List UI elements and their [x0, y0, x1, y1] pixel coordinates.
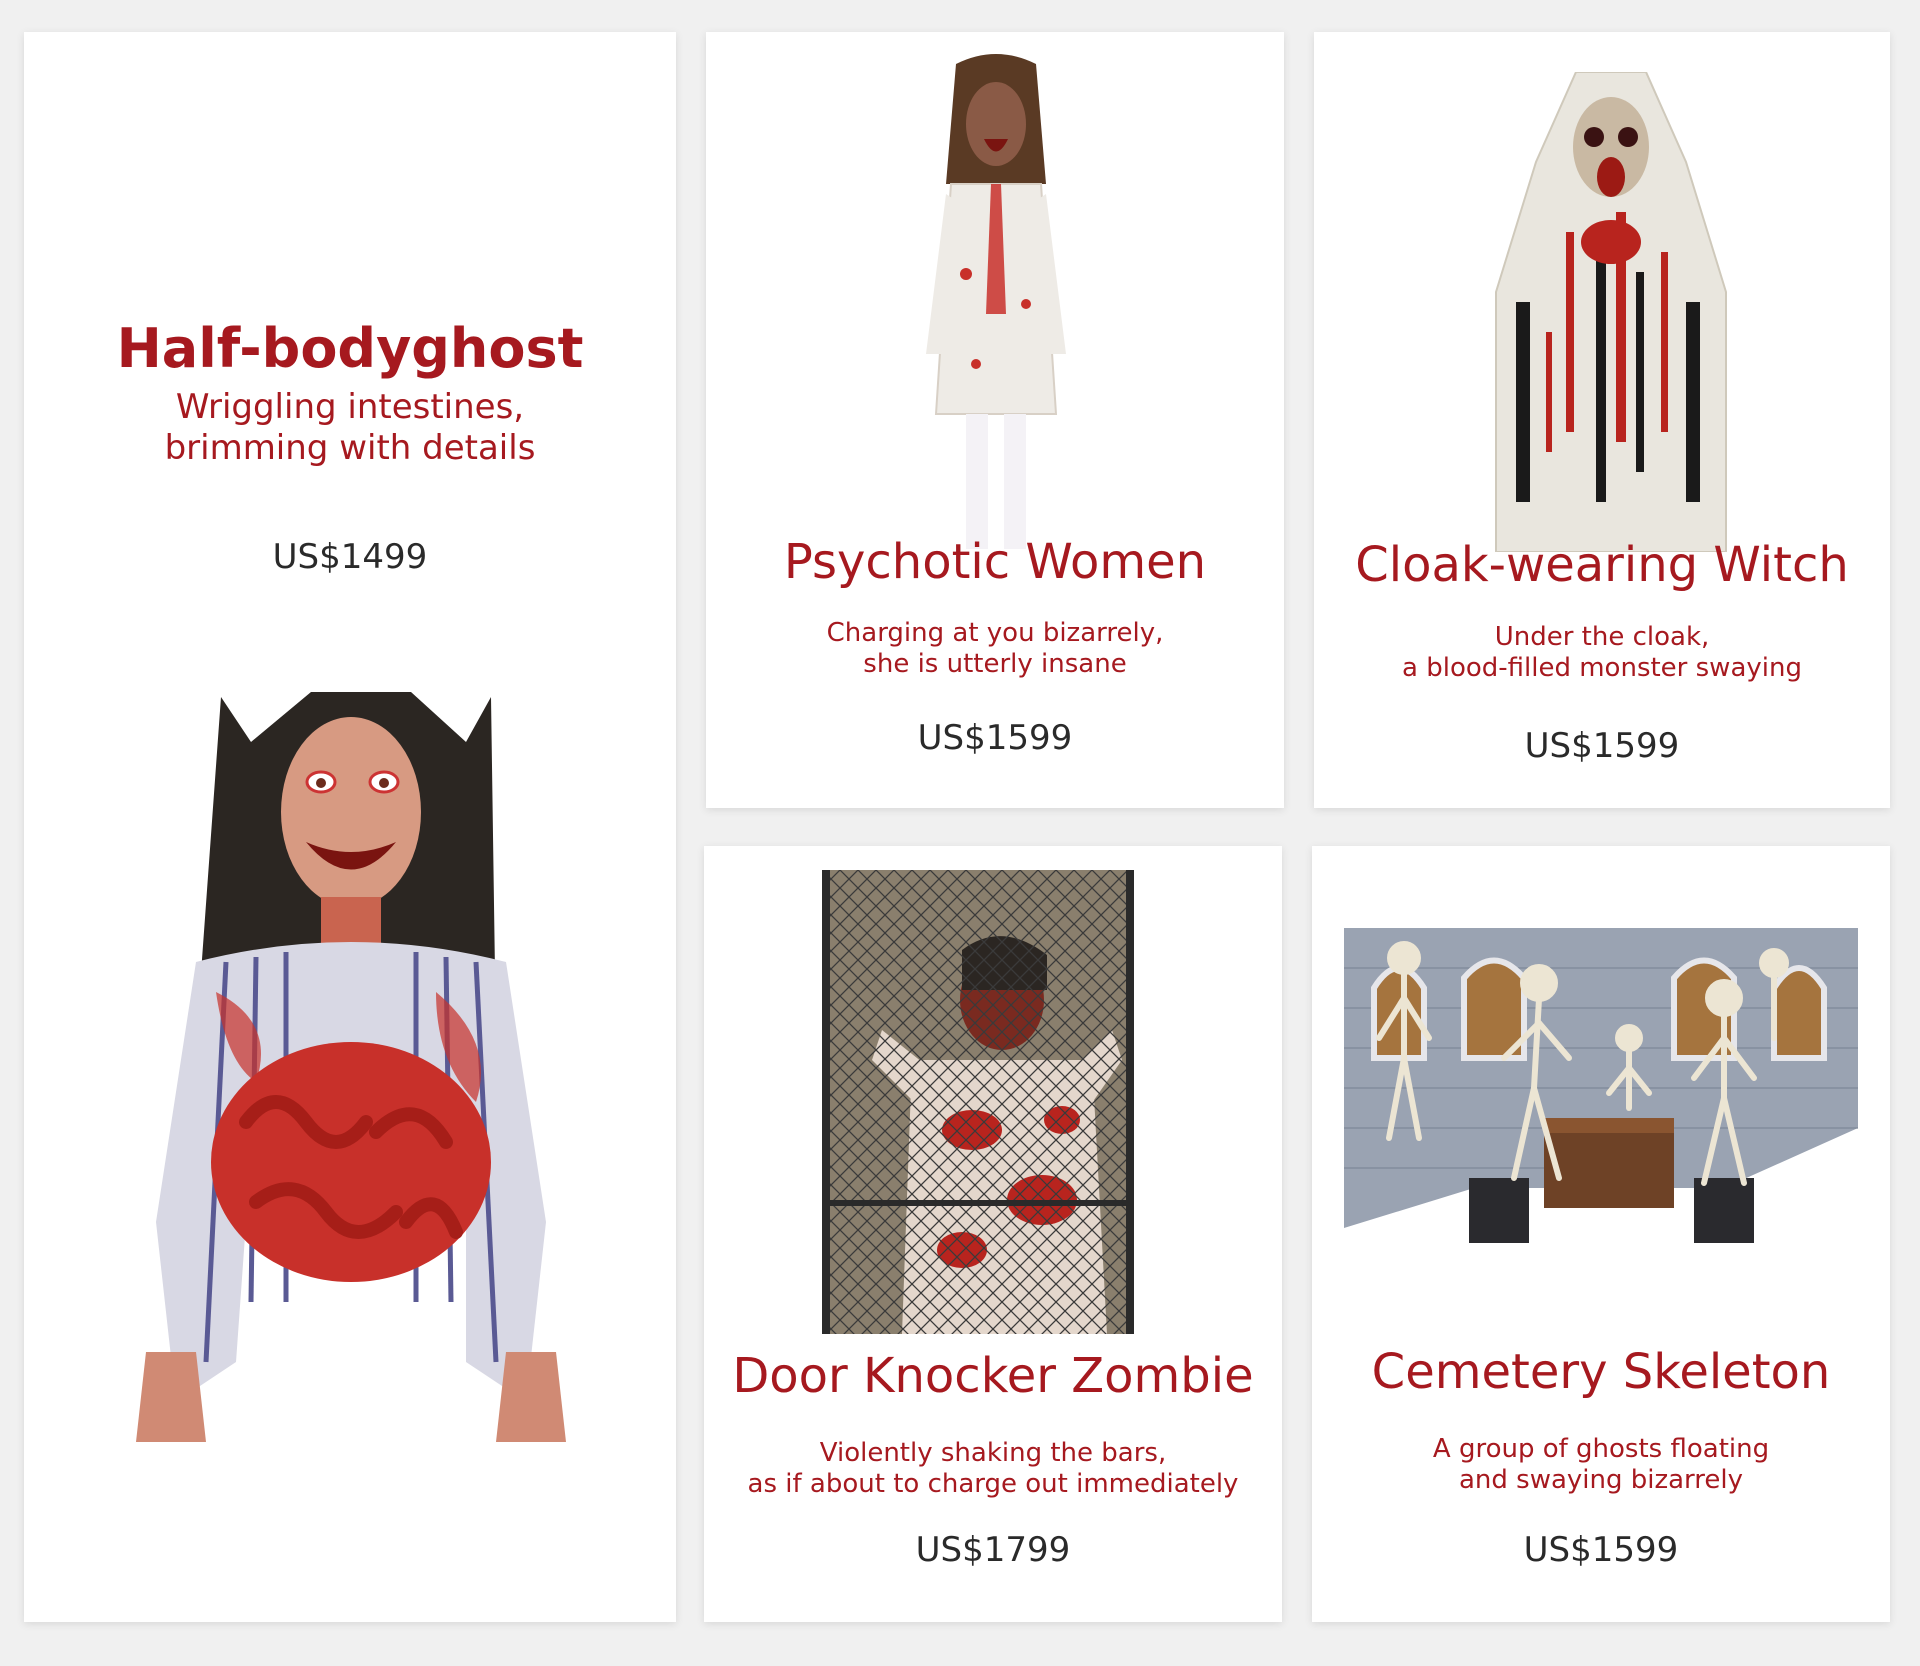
product-price: US$1599 [917, 718, 1073, 758]
product-price: US$1599 [1524, 726, 1680, 766]
cloak-wearing-witch-image[interactable] [1486, 72, 1734, 552]
product-description-line: she is utterly insane [863, 649, 1127, 680]
product-title: Cloak-wearing Witch [1355, 537, 1849, 593]
psychotic-women-image[interactable] [906, 54, 1086, 554]
product-description-line: brimming with details [164, 427, 536, 468]
product-description-line: A group of ghosts floating [1432, 1434, 1770, 1464]
product-card-cemetery-skeleton[interactable]: Cemetery Skeleton A group of ghosts floa… [1312, 846, 1890, 1622]
product-description: Charging at you bizarrely, she is utterl… [706, 618, 1284, 680]
product-title: Half-bodyghost [116, 317, 584, 380]
door-knocker-zombie-image[interactable] [822, 870, 1134, 1334]
product-description-line: Charging at you bizarrely, [826, 618, 1164, 648]
product-card-psychotic-women[interactable]: Psychotic Women Charging at you bizarrel… [706, 32, 1284, 808]
product-description-line: Under the cloak, [1494, 622, 1710, 652]
product-description: Under the cloak, a blood-filled monster … [1314, 622, 1890, 684]
product-title: Cemetery Skeleton [1371, 1344, 1831, 1400]
product-description-line: as if about to charge out immediately [747, 1469, 1239, 1500]
product-card-half-bodyghost[interactable]: Half-bodyghost Wriggling intestines, bri… [24, 32, 676, 1622]
product-price: US$1599 [1523, 1530, 1679, 1570]
product-card-cloak-wearing-witch[interactable]: Cloak-wearing Witch Under the cloak, a b… [1314, 32, 1890, 808]
product-card-door-knocker-zombie[interactable]: Door Knocker Zombie Violently shaking th… [704, 846, 1282, 1622]
cemetery-skeleton-image[interactable] [1344, 908, 1858, 1248]
half-body-ghost-image[interactable] [136, 662, 566, 1442]
product-description: Violently shaking the bars, as if about … [704, 1438, 1282, 1500]
product-description-line: and swaying bizarrely [1458, 1465, 1744, 1496]
product-description: Wriggling intestines, brimming with deta… [24, 387, 676, 469]
product-price: US$1799 [915, 1530, 1071, 1570]
product-description-line: Wriggling intestines, [175, 387, 525, 427]
product-title: Door Knocker Zombie [732, 1348, 1254, 1404]
product-price: US$1499 [272, 537, 428, 577]
product-description-line: a blood-filled monster swaying [1402, 653, 1802, 684]
product-description: A group of ghosts floating and swaying b… [1312, 1434, 1890, 1496]
product-title: Psychotic Women [783, 534, 1207, 590]
product-description-line: Violently shaking the bars, [819, 1438, 1167, 1468]
